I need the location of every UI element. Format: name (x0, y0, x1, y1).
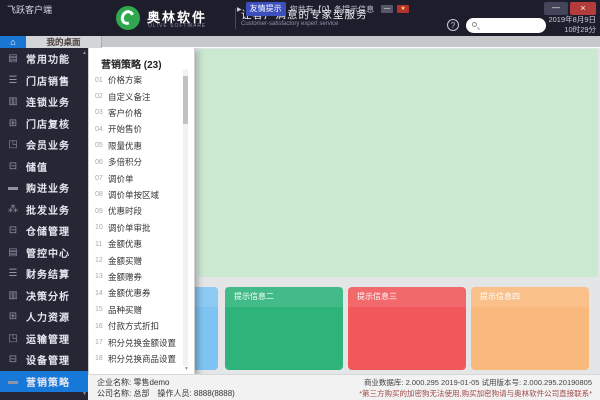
time-text: 10时29分 (564, 24, 596, 34)
notice-bar: ▶ 友情提示 您共有【0】条提示信息 — ★ (237, 2, 410, 16)
brand-logo-icon (116, 6, 140, 30)
date-text: 2019年8月9日 (548, 15, 596, 24)
operator-name: 操作人员: 8888(8888) (157, 388, 235, 398)
submenu-item[interactable]: 07 调价单 (95, 170, 187, 186)
submenu-item[interactable]: 09 优惠时段 (95, 203, 187, 219)
submenu-item[interactable]: 04 开始售价 (95, 121, 187, 137)
notice-card-two[interactable]: 提示信息二 (225, 287, 343, 370)
menu-icon: ⊞ (8, 117, 18, 129)
submenu-item[interactable]: 05 限量优惠 (95, 138, 187, 154)
menu-icon: ⊞ (8, 311, 18, 323)
card-title: 提示信息二 (225, 287, 343, 307)
submenu-scroll-down-icon[interactable]: ▼ (184, 366, 189, 372)
marketing-strategy-submenu: 营销策略 (23) 01 价格方案 02 自定义备注 03 客户价格 04 开始售价 0… (88, 47, 195, 376)
datetime-display: 2019年8月9日 10时29分 (548, 15, 596, 34)
sidebar-item-transport[interactable]: ◳ 运输管理 (0, 328, 88, 350)
menu-icon: ▤ (8, 53, 18, 65)
sidebar-item-decision-analysis[interactable]: ▥ 决策分析 (0, 285, 88, 307)
search-input[interactable] (480, 19, 542, 31)
enterprise-name: 企业名称: 零售demo (97, 378, 170, 387)
submenu-item[interactable]: 02 自定义备注 (95, 88, 187, 104)
company-name: 公司名称: 总部 (97, 388, 150, 398)
submenu-item[interactable]: 16 付款方式折扣 (95, 318, 187, 334)
notice-card-four[interactable]: 提示信息四 (471, 287, 589, 370)
play-icon[interactable]: ▶ (237, 6, 242, 13)
menu-icon: ⁂ (8, 203, 18, 215)
sidebar-item-chain-business[interactable]: ▥ 连锁业务 (0, 91, 88, 113)
notice-card-three[interactable]: 提示信息三 (348, 287, 466, 370)
submenu-item[interactable]: 17 积分兑换金额设置 (95, 334, 187, 350)
sidebar-item-store-review[interactable]: ⊞ 门店复核 (0, 113, 88, 135)
database-version-text: 商业数据库: 2.000.295 2019-01-05 试用版本号: 2.000… (363, 378, 592, 387)
submenu-title: 营销策略 (23) (101, 60, 162, 71)
brand-slogan-en: Customer-satisfactory expert service (241, 21, 339, 27)
sidebar-item-equipment[interactable]: ⊟ 设备管理 (0, 349, 88, 371)
divider (235, 8, 236, 29)
submenu-item[interactable]: 18 积分兑换商品设置 (95, 351, 187, 367)
submenu-item[interactable]: 11 金额优惠 (95, 236, 187, 252)
menu-icon: ⊟ (8, 160, 18, 172)
brand-name-en: OLIVE SOFTWARE (148, 23, 207, 29)
submenu-item[interactable]: 06 多倍积分 (95, 154, 187, 170)
search-icon (472, 22, 477, 27)
notice-panel-large[interactable] (198, 49, 598, 277)
sidebar-scroll-down-icon[interactable]: ▼ (82, 391, 87, 397)
sidebar-item-wholesale[interactable]: ⁂ 批发业务 (0, 199, 88, 221)
sidebar-item-common-functions[interactable]: ▤ 常用功能 (0, 48, 88, 70)
submenu-item[interactable]: 15 品种买赠 (95, 302, 187, 318)
menu-icon: ⊟ (8, 225, 18, 237)
submenu-item[interactable]: 03 客户价格 (95, 105, 187, 121)
submenu-item[interactable]: 10 调价单审批 (95, 220, 187, 236)
sidebar-item-stored-value[interactable]: ⊟ 储值 (0, 156, 88, 178)
menu-icon: ☰ (8, 74, 18, 86)
menu-icon: ☰ (8, 268, 18, 280)
sidebar-item-hr[interactable]: ⊞ 人力资源 (0, 306, 88, 328)
menu-icon: ▤ (8, 246, 18, 258)
collapse-notice-icon[interactable]: — (381, 5, 394, 13)
tab-my-desktop[interactable]: 我的桌面 (26, 36, 102, 48)
card-title: 提示信息三 (348, 287, 466, 307)
submenu-item[interactable]: 12 金额买赠 (95, 252, 187, 268)
sidebar-item-warehouse[interactable]: ⊟ 仓储管理 (0, 220, 88, 242)
submenu-item[interactable]: 14 金额优惠券 (95, 285, 187, 301)
menu-icon: ▥ (8, 96, 18, 108)
sidebar-item-finance[interactable]: ☰ 财务结算 (0, 263, 88, 285)
submenu-item[interactable]: 13 金额赠券 (95, 269, 187, 285)
app-title: 飞跃客户端 (7, 5, 53, 15)
menu-icon: ▥ (8, 289, 18, 301)
help-icon[interactable]: ? (447, 19, 459, 31)
status-bar: 企业名称: 零售demo 公司名称: 总部 操作人员: 8888(8888) 商业… (88, 374, 600, 400)
menu-icon: ▬ (8, 182, 18, 194)
sidebar-item-store-sales[interactable]: ☰ 门店销售 (0, 70, 88, 92)
minimize-button[interactable]: — (544, 2, 568, 15)
sidebar-item-member-business[interactable]: ◳ 会员业务 (0, 134, 88, 156)
search-box[interactable] (466, 18, 546, 33)
friendly-tips-button[interactable]: 友情提示 (245, 2, 286, 16)
submenu-item[interactable]: 08 调价单按区域 (95, 187, 187, 203)
menu-icon: ▬ (8, 375, 18, 387)
sidebar-item-control-center[interactable]: ▤ 管控中心 (0, 242, 88, 264)
submenu-scrollbar-thumb[interactable] (183, 76, 188, 124)
dongle-warning-text: *第三方购买的加密狗无法使用,购买加密狗请与奥林软件公司直接联系* (359, 388, 592, 398)
tab-bar: ⌂ 我的桌面 (0, 36, 600, 48)
version-info: 商业数据库: 2.000.295 2019-01-05 试用版本号: 2.000… (359, 378, 592, 399)
close-button[interactable]: × (570, 2, 596, 15)
title-bar: 飞跃客户端 — × 奥林软件 OLIVE SOFTWARE 让客户满意的专家型服… (0, 0, 600, 36)
card-title: 提示信息四 (471, 287, 589, 307)
home-icon[interactable]: ⌂ (0, 36, 26, 48)
notice-count-text: 您共有【0】条提示信息 (289, 4, 375, 14)
menu-icon: ◳ (8, 139, 18, 151)
company-info: 企业名称: 零售demo 公司名称: 总部 操作人员: 8888(8888) (97, 378, 235, 399)
flag-icon[interactable]: ★ (397, 5, 410, 13)
sidebar-item-purchasing[interactable]: ▬ 购进业务 (0, 177, 88, 199)
sidebar-scroll-up-icon[interactable]: ▲ (82, 50, 87, 56)
sidebar-item-marketing-strategy[interactable]: ▬ 营销策略 (0, 370, 88, 392)
menu-icon: ⊟ (8, 354, 18, 366)
menu-icon: ◳ (8, 332, 18, 344)
sidebar-nav: ▤ 常用功能 ☰ 门店销售 ▥ 连锁业务 ⊞ 门店复核 ◳ 会员业务 ⊟ 储值 ▬ 购进业务 … (0, 48, 88, 400)
submenu-item[interactable]: 01 价格方案 (95, 72, 187, 88)
